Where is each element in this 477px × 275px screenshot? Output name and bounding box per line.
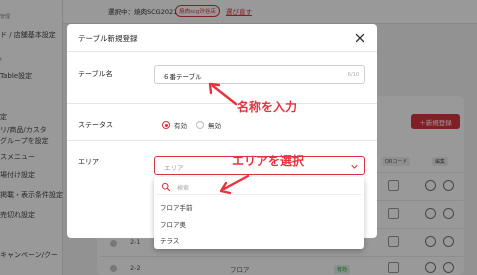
status-option-active[interactable]: 有効 bbox=[174, 120, 187, 130]
table-name-label: テーブル名 bbox=[78, 70, 113, 78]
area-option-back[interactable]: フロア奥 bbox=[160, 219, 186, 229]
status-radio-active[interactable] bbox=[162, 121, 170, 129]
field-divider bbox=[67, 140, 377, 141]
area-option-terrace[interactable]: テラス bbox=[160, 235, 179, 245]
field-divider bbox=[67, 103, 377, 104]
area-label: エリア bbox=[78, 158, 99, 166]
status-label: ステータス bbox=[78, 121, 113, 129]
table-name-counter: 6/10 bbox=[347, 72, 359, 78]
status-option-inactive[interactable]: 無効 bbox=[208, 120, 221, 130]
area-search-input[interactable]: 検索 bbox=[157, 180, 361, 195]
modal-title: テーブル新規登録 bbox=[78, 34, 138, 43]
annotation-select-area: エリアを選択 bbox=[232, 154, 305, 168]
status-radio-inactive[interactable] bbox=[196, 121, 204, 129]
area-search-placeholder: 検索 bbox=[177, 185, 190, 192]
area-dropdown: 検索 フロア手前 フロア奥 テラス bbox=[154, 177, 364, 249]
search-icon bbox=[161, 182, 171, 192]
annotation-enter-name: 名称を入力 bbox=[237, 100, 298, 114]
chevron-down-icon bbox=[351, 164, 358, 169]
close-icon[interactable] bbox=[354, 32, 366, 44]
area-option-front[interactable]: フロア手前 bbox=[160, 202, 193, 212]
modal-header-divider bbox=[67, 51, 377, 52]
table-name-input[interactable]: ６番テーブル 6/10 bbox=[154, 65, 365, 84]
area-select-placeholder: エリア bbox=[164, 164, 184, 172]
table-name-value: ６番テーブル bbox=[163, 73, 202, 81]
